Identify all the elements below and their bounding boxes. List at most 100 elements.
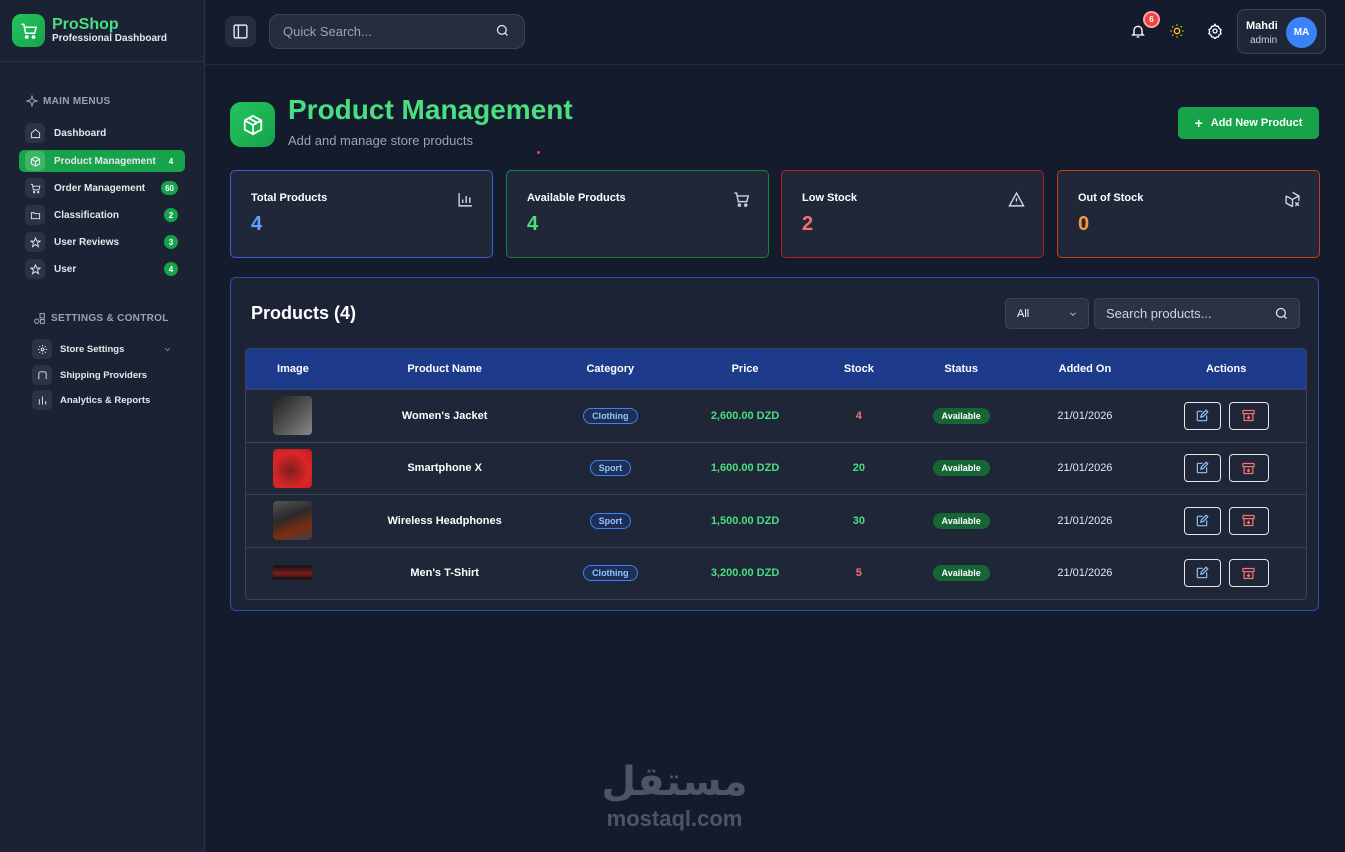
product-search-input[interactable] [1094, 298, 1300, 329]
table-header: Image Product Name Category Price Stock … [246, 349, 1306, 389]
shapes-icon [34, 313, 45, 324]
search-icon[interactable] [1274, 306, 1289, 321]
stat-card-total-products: Total Products 4 [230, 170, 493, 258]
sidebar-item-classification[interactable]: Classification 2 [19, 204, 185, 226]
page-title: Product Management [288, 94, 573, 125]
column-header: Actions [1205, 363, 1247, 375]
stat-card-available-products: Available Products 4 [506, 170, 769, 258]
brand-subtitle: Professional Dashboard [52, 33, 168, 44]
folder-icon [25, 205, 45, 225]
sidebar-item-order-management[interactable]: Order Management 60 [19, 177, 185, 199]
product-stock: 20 [852, 462, 865, 475]
page-subtitle: Add and manage store products [288, 133, 474, 148]
sidebar-item-label: Product Management [54, 155, 156, 167]
edit-button[interactable] [1183, 559, 1221, 588]
sidebar-item-label: Dashboard [54, 127, 107, 139]
table-row[interactable]: Women's Jacket Clothing 2,600.00 DZD 4 A… [246, 389, 1306, 442]
sparkle-icon [26, 95, 38, 107]
stat-card-out-of-stock: Out of Stock 0 [1057, 170, 1320, 258]
box-icon [230, 102, 275, 147]
added-on-date: 21/01/2026 [1057, 409, 1113, 422]
table-row[interactable]: Wireless Headphones Sport 1,500.00 DZD 3… [246, 494, 1306, 547]
count-badge: 3 [164, 235, 178, 249]
status-badge: Available [932, 512, 990, 529]
chevron-down-icon [164, 348, 171, 352]
count-badge: 4 [164, 262, 178, 276]
user-menu[interactable]: Mahdi admin MA [1237, 9, 1326, 54]
main-menus-title: MAIN MENUS [26, 95, 110, 107]
products-table: Image Product Name Category Price Stock … [245, 348, 1307, 600]
sidebar-item-user[interactable]: User 4 [19, 258, 185, 280]
added-on-date: 21/01/2026 [1057, 514, 1113, 527]
status-badge: Available [932, 565, 990, 582]
search-icon[interactable] [495, 23, 510, 38]
sidebar-item-analytics-reports[interactable]: Analytics & Reports [32, 390, 182, 410]
stat-label: Low Stock [802, 192, 858, 204]
edit-icon [1196, 461, 1209, 474]
edit-button[interactable] [1183, 401, 1221, 430]
product-price: 1,500.00 DZD [710, 514, 780, 527]
column-header: Image [277, 363, 309, 375]
archive-icon [1242, 515, 1255, 527]
product-price: 1,600.00 DZD [710, 462, 780, 475]
cart-icon [25, 178, 45, 198]
sidebar-item-label: Order Management [54, 182, 146, 194]
category-badge: Clothing [583, 565, 638, 582]
sun-icon[interactable] [1168, 22, 1186, 40]
bar-chart-icon [32, 390, 52, 410]
stat-label: Total Products [251, 192, 328, 204]
sidebar-item-dashboard[interactable]: Dashboard [19, 122, 185, 144]
package-x-icon [1285, 191, 1300, 208]
stat-value: 0 [1078, 213, 1090, 235]
edit-icon [1196, 409, 1209, 421]
gear-icon[interactable] [1206, 22, 1224, 40]
chevron-down-icon [1070, 312, 1076, 316]
brand[interactable]: ProShop Professional Dashboard [0, 0, 204, 62]
plus-icon: + [1194, 115, 1203, 131]
avatar: MA [1286, 17, 1317, 48]
product-stock: 30 [852, 514, 865, 527]
delete-button[interactable] [1228, 559, 1269, 588]
column-header: Status [944, 363, 978, 375]
watermark: مستقل mostaql.com [592, 758, 757, 832]
product-price: 2,600.00 DZD [710, 409, 780, 422]
topbar: 6 Mahdi admin MA [205, 0, 1345, 65]
products-panel: Products (4) All Image Product Name Cate… [230, 277, 1319, 611]
truck-icon [32, 365, 52, 385]
add-new-product-button[interactable]: + Add New Product [1178, 107, 1319, 139]
delete-button[interactable] [1228, 401, 1269, 430]
home-icon [25, 123, 45, 143]
products-title: Products (4) [251, 303, 357, 323]
cart-logo-icon [12, 14, 45, 47]
status-badge: Available [932, 407, 990, 424]
delete-button[interactable] [1228, 506, 1269, 535]
delete-button[interactable] [1228, 454, 1269, 483]
warning-icon [1008, 191, 1025, 207]
edit-button[interactable] [1183, 454, 1221, 483]
sidebar-item-label: Analytics & Reports [60, 394, 151, 406]
sidebar-item-shipping-providers[interactable]: Shipping Providers [32, 365, 182, 385]
sidebar-item-store-settings[interactable]: Store Settings [32, 339, 182, 359]
sidebar-item-label: User [54, 263, 77, 275]
archive-icon [1242, 410, 1255, 422]
stat-value: 2 [802, 213, 814, 235]
sidebar-item-user-reviews[interactable]: User Reviews 3 [19, 231, 185, 253]
sidebar-panel-icon [233, 24, 248, 39]
stat-label: Out of Stock [1078, 192, 1144, 204]
quick-search-input[interactable] [269, 14, 525, 49]
added-on-date: 21/01/2026 [1057, 462, 1113, 475]
sidebar-item-product-management[interactable]: Product Management 4 [19, 150, 185, 172]
count-badge: 60 [161, 181, 178, 195]
product-name: Wireless Headphones [387, 514, 502, 527]
decorative-dot [537, 151, 540, 154]
sidebar-item-label: User Reviews [54, 236, 120, 248]
category-filter-select[interactable]: All [1005, 298, 1089, 329]
sidebar-item-label: Shipping Providers [60, 369, 148, 381]
product-stock: 4 [855, 409, 862, 422]
table-row[interactable]: Smartphone X Sport 1,600.00 DZD 20 Avail… [246, 441, 1306, 494]
product-name: Men's T-Shirt [410, 567, 479, 580]
table-row[interactable]: Men's T-Shirt Clothing 3,200.00 DZD 5 Av… [246, 546, 1306, 599]
edit-button[interactable] [1183, 506, 1221, 535]
sidebar-toggle-button[interactable] [225, 16, 256, 47]
watermark-latin: mostaql.com [606, 806, 743, 831]
